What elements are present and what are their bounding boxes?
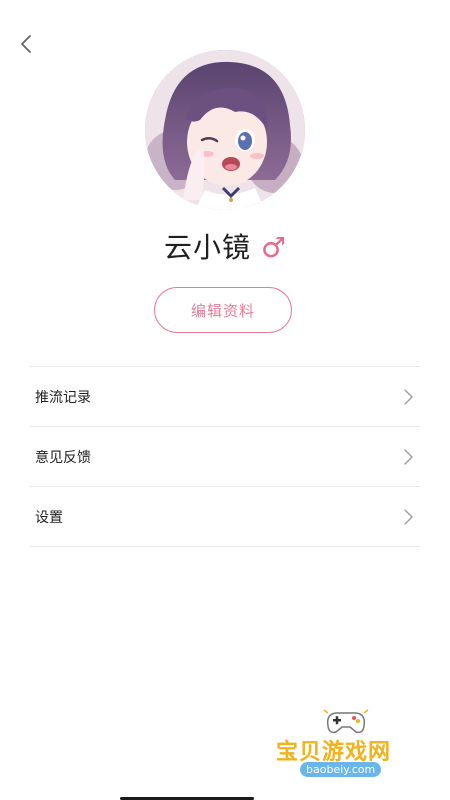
menu-item-settings[interactable]: 设置 bbox=[30, 487, 420, 547]
watermark-url: baobeiy.com bbox=[300, 762, 382, 777]
avatar[interactable] bbox=[145, 50, 305, 210]
menu-item-label: 推流记录 bbox=[35, 389, 91, 406]
user-name: 云小镜 bbox=[163, 231, 251, 264]
chevron-right-icon bbox=[400, 387, 416, 407]
settings-menu: 推流记录 意见反馈 设置 bbox=[30, 366, 420, 547]
menu-item-stream-history[interactable]: 推流记录 bbox=[30, 367, 420, 427]
back-button[interactable] bbox=[14, 32, 38, 56]
chevron-right-icon bbox=[400, 447, 416, 467]
menu-item-label: 意见反馈 bbox=[35, 449, 91, 466]
watermark: 宝贝游戏网 baobeiy.com bbox=[268, 700, 438, 790]
avatar-illustration bbox=[145, 50, 305, 210]
chevron-right-icon bbox=[400, 507, 416, 527]
menu-item-label: 设置 bbox=[35, 509, 63, 526]
chevron-left-icon bbox=[21, 35, 31, 53]
profile-screen: 云小镜 ♂ 编辑资料 推流记录 意见反馈 设置 宝贝游戏网 baobeiy.co… bbox=[0, 0, 450, 800]
name-row: 云小镜 ♂ bbox=[0, 226, 450, 266]
menu-item-feedback[interactable]: 意见反馈 bbox=[30, 427, 420, 487]
edit-profile-button[interactable]: 编辑资料 bbox=[154, 287, 292, 333]
male-gender-icon: ♂ bbox=[260, 230, 287, 264]
